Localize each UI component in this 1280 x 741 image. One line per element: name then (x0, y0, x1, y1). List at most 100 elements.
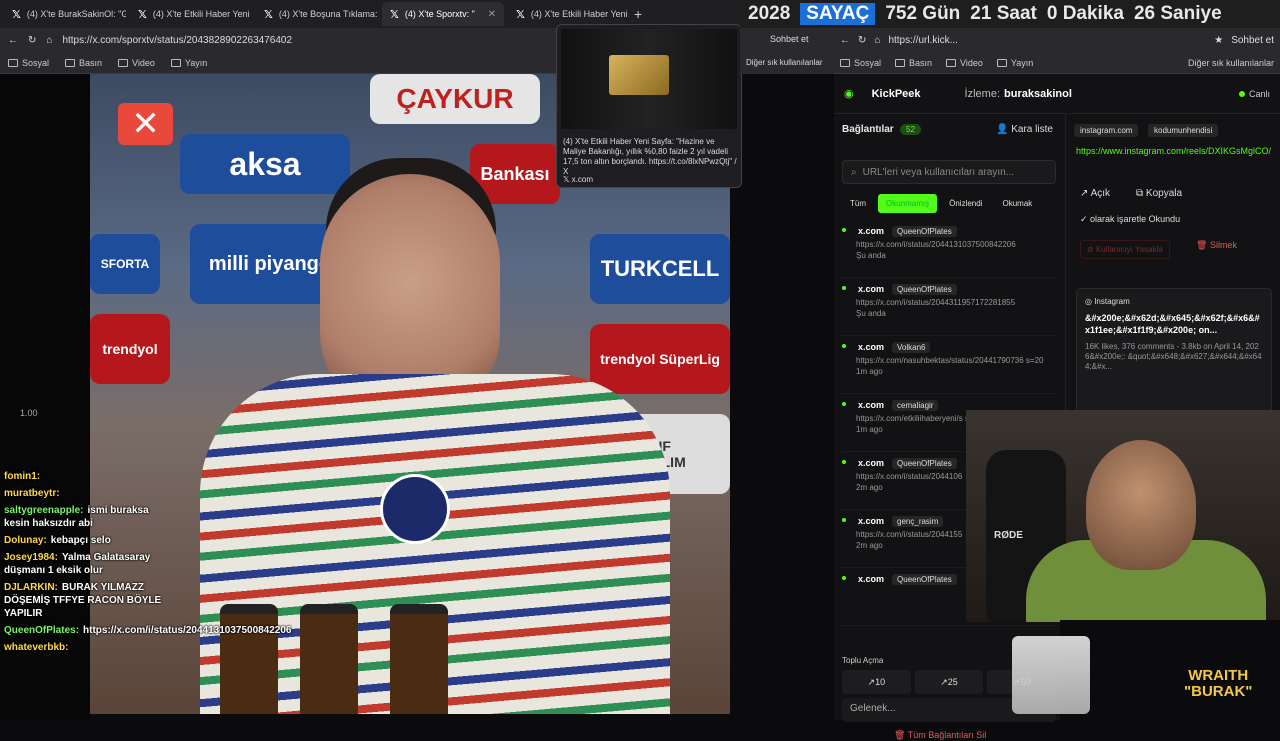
sponsor-aksa: aksa (180, 134, 350, 194)
close-icon[interactable]: ✕ (488, 9, 496, 20)
bulk-open-label: Toplu Açma (842, 656, 884, 665)
live-dot-icon (1238, 90, 1245, 97)
home-icon[interactable]: ⌂ (874, 35, 880, 46)
x-logo-icon: 𝕏 (563, 175, 572, 184)
check-icon: ✓ (1080, 214, 1091, 224)
bookmark-folder[interactable]: Sosyal (8, 58, 49, 68)
bulk-open-10-button[interactable]: ↗ 10 (842, 670, 911, 694)
block-user-button[interactable]: ⊘ Kullanıcıyı Yasakla (1080, 240, 1170, 259)
back-icon[interactable]: ← (840, 35, 850, 46)
external-link-icon: ↗ (940, 676, 948, 687)
bookmark-folder[interactable]: Video (946, 58, 983, 68)
x-logo-icon: 𝕏 (390, 8, 399, 21)
unread-dot-icon (842, 518, 846, 522)
countdown-timer: 2028 SAYAÇ 752 Gün 21 Saat 0 Dakika 26 S… (740, 0, 1280, 28)
watching-label: İzleme: (964, 87, 1001, 100)
filter-unread[interactable]: Okunmamış (878, 193, 938, 213)
kickpeek-brand: KickPeek (871, 87, 921, 100)
bookmark-folder[interactable]: Yayın (996, 58, 1033, 68)
delete-all-button[interactable]: 🗑 Tüm Bağlantıları Sil (894, 730, 986, 741)
bookmark-folder[interactable]: Sosyal (840, 58, 881, 68)
other-bookmarks[interactable]: Diğer sık kullanılanlar (1188, 58, 1274, 68)
chat-message: DJLARKIN: BURAK YILMAZZ DÖŞEMİŞ TFFYE RAC… (4, 582, 162, 619)
tab-4-active[interactable]: 𝕏 (4) X'te Sporxtv: " ✕ (382, 2, 504, 26)
unread-dot-icon (842, 286, 846, 290)
bookmark-folder[interactable]: Basın (65, 58, 102, 68)
detail-url-link[interactable]: https://www.instagram.com/reels/DXIKGsMg… (1076, 144, 1276, 158)
bookmark-folder[interactable]: Yayın (170, 58, 207, 68)
folder-icon (895, 59, 906, 68)
filter-all[interactable]: Tüm (842, 194, 874, 213)
kickpeek-header: ◉ KickPeek İzleme: buraksakinol Canlı (834, 74, 1280, 114)
sponsor-turkcell: TURKCELL (590, 234, 730, 304)
chat-button[interactable]: Sohbet et (770, 34, 828, 44)
microphone (380, 474, 450, 544)
refresh-icon[interactable]: ↻ (28, 35, 36, 46)
instagram-icon: ◎ (1085, 297, 1095, 306)
unread-dot-icon (842, 344, 846, 348)
connection-row[interactable]: x.com Volkan6 https://x.com/nasuhbektas/st… (842, 336, 1056, 394)
connection-row[interactable]: x.com QueenOfPlates https://x.com/i/status… (842, 278, 1056, 336)
filter-previewed[interactable]: Önizlendi (941, 194, 990, 213)
tab-1[interactable]: 𝕏(4) X'te BurakSakinOl: "G✕ (4, 2, 126, 26)
timer-label: SAYAÇ (800, 3, 876, 25)
other-bookmarks[interactable]: Diğer sık kullanılanlar (746, 58, 828, 67)
sponsor-trendyol-superlig: trendyol SüperLig (590, 324, 730, 394)
search-icon: ⌕ (851, 166, 857, 178)
preview-host: 𝕏 x.com (563, 175, 594, 184)
instagram-preview-card[interactable]: ◎ Instagram &#x200e;&#x62d;&#x645;&#x62f… (1076, 288, 1272, 418)
folder-icon (840, 59, 850, 68)
bottle (390, 604, 448, 714)
copy-icon: ⧉ (1136, 188, 1146, 199)
filter-read[interactable]: Okumak (994, 194, 1040, 213)
external-link-icon: ↗ (1080, 188, 1091, 199)
x-logo-icon: 𝕏 (138, 8, 147, 21)
folder-icon (170, 59, 181, 68)
chat-message: Dolunay: kebapçı selo (4, 535, 111, 546)
bottle (220, 604, 278, 714)
url-text[interactable]: https://url.kick... (888, 35, 957, 46)
folder-icon (946, 59, 957, 68)
bulk-open-25-button[interactable]: ↗ 25 (914, 670, 984, 694)
external-link-icon: ↗ (867, 676, 876, 687)
trash-icon: 🗑 (1196, 240, 1210, 250)
timer-hours: 21 Saat (970, 3, 1037, 24)
folder-icon (118, 59, 129, 68)
x-logo-icon: 𝕏 (12, 8, 21, 21)
new-tab-icon[interactable]: + (634, 6, 642, 22)
sponsor-trendyol: trendyol (90, 314, 170, 384)
tab-5[interactable]: 𝕏(4) X'te Etkili Haber Yeni✕ (508, 2, 630, 26)
block-icon: ⊘ (1087, 245, 1096, 254)
refresh-icon[interactable]: ↻ (858, 35, 866, 46)
card-meta-text: 16K likes, 376 comments - 3.8kb on April… (1085, 342, 1262, 371)
sponsor-sforta: SFORTA (90, 234, 160, 294)
open-button[interactable]: ↗ Açık (1080, 188, 1110, 199)
timer-days: 752 Gün (885, 3, 961, 24)
bookmark-folder[interactable]: Basın (895, 58, 932, 68)
tab-2[interactable]: 𝕏(4) X'te Etkili Haber Yeni✕ (130, 2, 252, 26)
search-placeholder: URL'leri veya kullanıcıları arayın... (862, 166, 1015, 178)
copy-button[interactable]: ⧉ Kopyala (1136, 188, 1182, 199)
tab-3[interactable]: 𝕏(4) X'te Boşuna Tıklama:✕ (256, 2, 378, 26)
x-logo-icon: 𝕏 (516, 8, 525, 21)
mic-brand: RØDE (994, 530, 1023, 541)
back-icon[interactable]: ← (8, 35, 18, 46)
preview-gold-image (609, 55, 669, 95)
connection-row[interactable]: x.com QueenOfPlates https://x.com/i/status… (842, 220, 1056, 278)
connections-title: Bağlantılar (842, 124, 894, 135)
url-text[interactable]: https://x.com/sporxtv/status/20438289022… (62, 35, 292, 46)
chat-button[interactable]: Sohbet et (1231, 35, 1274, 46)
folder-icon (65, 59, 76, 68)
mark-read-button[interactable]: ✓ olarak işaretle Okundu (1080, 214, 1180, 225)
bookmark-folder[interactable]: Video (118, 58, 155, 68)
search-field[interactable]: ⌕ URL'leri veya kullanıcıları arayın... (842, 160, 1056, 184)
left-browser-extras: Sohbet et Diğer sık kullanılanlar (740, 28, 834, 74)
chat-message: QueenOfPlates: https://x.com/i/status/204… (4, 625, 292, 636)
right-bookmarks-bar: Sosyal Basın Video Yayın Diğer sık kulla… (834, 52, 1280, 74)
delete-button[interactable]: 🗑 Silmek (1196, 240, 1237, 251)
blacklist-button[interactable]: 👤 Kara liste (996, 124, 1053, 135)
domain-chip: instagram.com (1074, 124, 1139, 137)
home-icon[interactable]: ⌂ (46, 35, 52, 46)
star-icon[interactable]: ★ (1214, 35, 1223, 46)
filter-tabs: Tüm Okunmamış Önizlendi Okumak (842, 192, 1056, 214)
